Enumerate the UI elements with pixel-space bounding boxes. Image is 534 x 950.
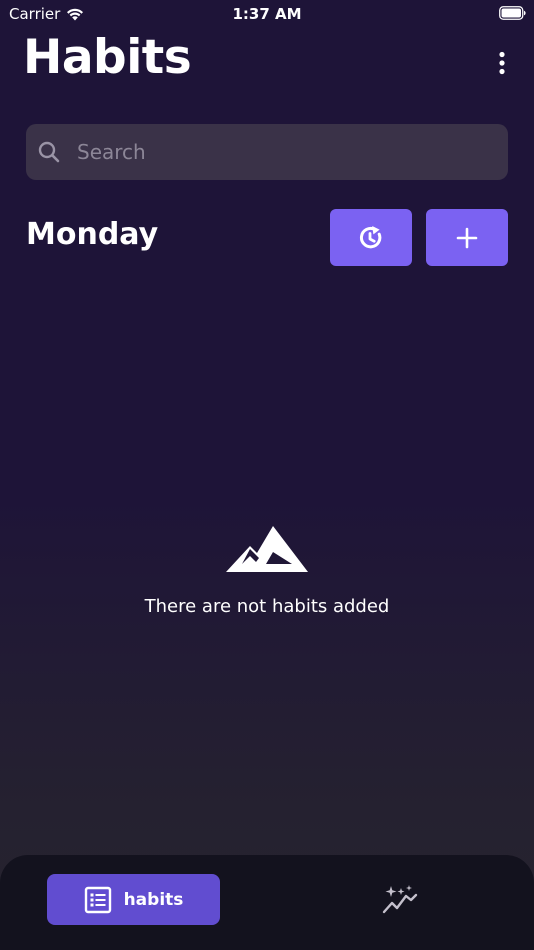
tab-habits[interactable]: habits xyxy=(47,874,220,925)
empty-state: There are not habits added xyxy=(0,526,534,617)
battery-icon xyxy=(499,6,526,20)
plus-icon xyxy=(456,227,478,248)
search-input[interactable] xyxy=(75,139,479,165)
tab-habits-label: habits xyxy=(123,889,184,910)
search-bar[interactable] xyxy=(26,124,508,180)
more-options-button[interactable] xyxy=(490,48,514,78)
status-bar: Carrier 1:37 AM xyxy=(0,0,534,28)
tab-bar: habits xyxy=(0,855,534,950)
page-title: Habits xyxy=(23,30,192,85)
sparkle-chart-icon xyxy=(382,885,418,914)
more-vertical-icon xyxy=(499,51,505,75)
tab-stats[interactable] xyxy=(378,881,422,919)
search-icon xyxy=(38,141,60,163)
add-habit-button[interactable] xyxy=(426,209,508,266)
mountain-icon xyxy=(226,526,308,572)
history-button[interactable] xyxy=(330,209,412,266)
empty-message: There are not habits added xyxy=(144,596,390,617)
clock: 1:37 AM xyxy=(232,5,302,23)
day-heading: Monday xyxy=(26,217,159,252)
list-icon xyxy=(84,886,111,913)
clock-history-icon xyxy=(359,225,382,248)
